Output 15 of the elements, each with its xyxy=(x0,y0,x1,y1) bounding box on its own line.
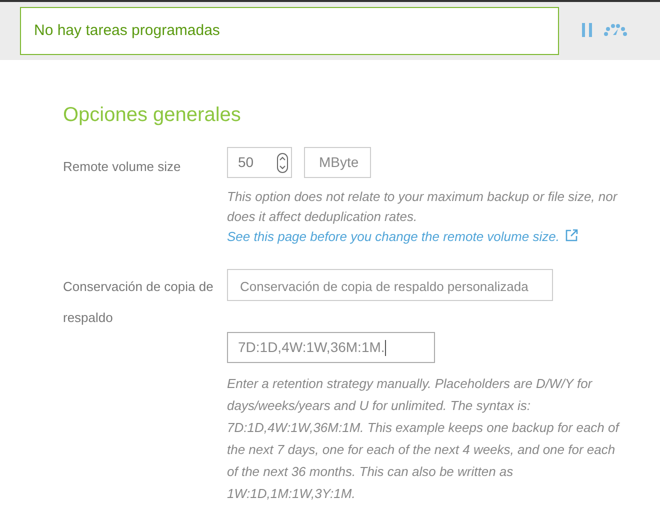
unit-addon: MByte xyxy=(304,147,371,178)
help-link[interactable]: See this page before you change the remote volume size. xyxy=(227,227,622,247)
field-label: Conservación de copia de respaldo xyxy=(63,278,214,327)
number-input[interactable]: 50 xyxy=(227,147,292,178)
retention-select[interactable]: Conservación de copia de respaldo personalizada xyxy=(227,269,553,301)
help-text: This option does not relate to your maximum backup or file size, nor does it affect deduplication rates. See this page before you change the remote volume size. xyxy=(227,187,622,247)
pause-icon[interactable] xyxy=(581,23,593,37)
spinner-icon[interactable] xyxy=(277,152,288,172)
external-link-icon[interactable] xyxy=(565,229,578,242)
retention-input[interactable]: 7D:1D,4W:1W,36M:1M. xyxy=(227,332,435,363)
section-heading: Opciones generales xyxy=(63,105,242,125)
status-message: No hay tareas programadas xyxy=(20,7,559,55)
speedometer-icon[interactable] xyxy=(603,24,627,36)
field-label: Remote volume size xyxy=(63,159,181,174)
help-text: Enter a retention strategy manually. Placeholders are D/W/Y for days/weeks/years and U for unlimited. The syntax is: 7D:1D,4W:1W,36M:1M. This example keeps one backup for each of the next 7 days, one for each of the next 4 weeks, and one for each of the next 36 months. This can also be written as 1W:1D,1M:1W,3Y:1M. xyxy=(227,375,621,503)
